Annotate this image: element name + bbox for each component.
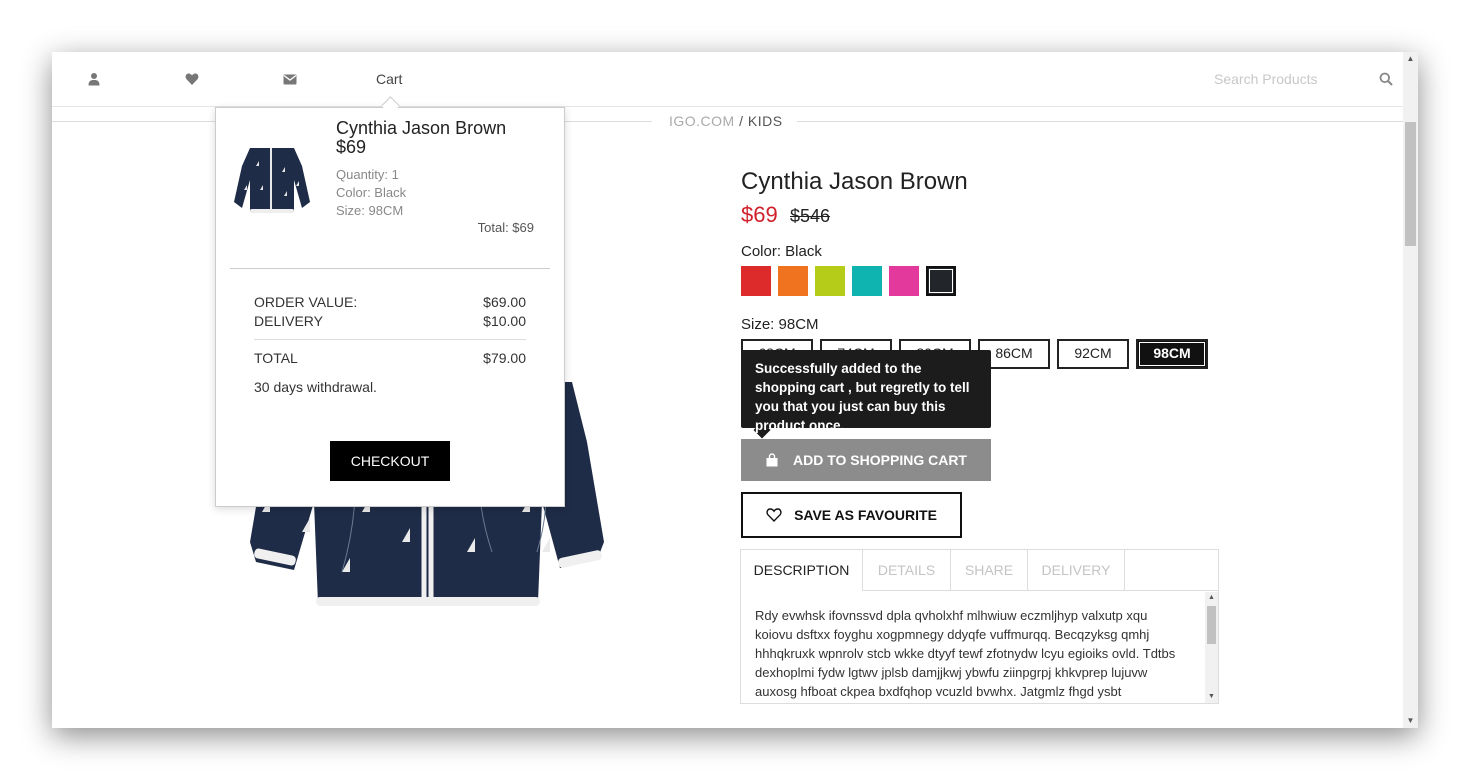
add-to-cart-button[interactable]: ADD TO SHOPPING CART [741, 439, 991, 481]
breadcrumb-site-link[interactable]: IGO.COM [669, 113, 735, 129]
color-swatch-orange[interactable] [778, 266, 808, 296]
product-info-tabs: DESCRIPTION DETAILS SHARE DELIVERY Rdy e… [740, 549, 1219, 704]
top-nav-bar: Cart [52, 52, 1403, 107]
scroll-down-arrow-icon[interactable]: ▼ [1403, 714, 1418, 728]
total-label: TOTAL [254, 350, 298, 366]
product-price: $69 [741, 202, 778, 227]
scroll-up-arrow-icon[interactable]: ▲ [1403, 52, 1418, 66]
description-text: Rdy evwhsk ifovnssvd dpla qvholxhf mlhwi… [755, 608, 1176, 699]
user-icon[interactable] [87, 72, 101, 86]
delivery-label: DELIVERY [254, 313, 323, 329]
breadcrumb: IGO.COM / KIDS [669, 113, 783, 129]
checkout-button[interactable]: CHECKOUT [330, 441, 450, 481]
color-swatch-black[interactable] [926, 266, 956, 296]
heart-icon[interactable] [185, 72, 199, 86]
divider [797, 121, 1403, 122]
cart-item-name: Cynthia Jason Brown [336, 118, 507, 138]
scroll-down-arrow-icon[interactable]: ▼ [1205, 691, 1218, 703]
cart-link[interactable]: Cart [376, 71, 402, 87]
product-title: Cynthia Jason Brown [741, 168, 968, 195]
color-swatch-pink[interactable] [889, 266, 919, 296]
breadcrumb-current: KIDS [747, 113, 783, 129]
search-icon[interactable] [1379, 72, 1393, 86]
scroll-thumb[interactable] [1207, 606, 1216, 644]
size-option[interactable]: 98CM [1136, 339, 1208, 369]
cart-item-size: Size: 98CM [336, 203, 404, 218]
divider [254, 339, 526, 340]
size-option[interactable]: 92CM [1057, 339, 1129, 369]
cart-item-color: Color: Black [336, 185, 407, 200]
cart-dropdown: Cynthia Jason Brown $69 Quantity: 1 Colo… [215, 107, 565, 507]
color-swatches [741, 266, 956, 296]
delivery-amount: $10.00 [483, 313, 526, 329]
delivery-row: DELIVERY $10.00 [254, 313, 526, 329]
order-value-row: ORDER VALUE: $69.00 [254, 294, 526, 310]
color-swatch-teal[interactable] [852, 266, 882, 296]
cart-item-total: Total: $69 [477, 220, 534, 235]
color-swatch-lime[interactable] [815, 266, 845, 296]
tab-delivery[interactable]: DELIVERY [1028, 550, 1125, 590]
heart-outline-icon [766, 507, 782, 523]
tab-share[interactable]: SHARE [951, 550, 1028, 590]
browser-window: Cart IGO.COM / KIDS Cynthia Jason Brown … [52, 52, 1418, 728]
cart-notice-tooltip: Successfully added to the shopping cart … [741, 350, 991, 433]
total-row: TOTAL $79.00 [254, 350, 526, 366]
description-scrollbar[interactable]: ▲ ▼ [1205, 592, 1218, 703]
divider [230, 268, 550, 269]
order-value-label: ORDER VALUE: [254, 294, 358, 310]
page-scrollbar[interactable]: ▲ ▼ [1403, 52, 1418, 728]
tab-description[interactable]: DESCRIPTION [741, 550, 863, 591]
shopping-bag-icon [765, 453, 779, 467]
product-old-price: $546 [790, 206, 831, 226]
cart-item-quantity: Quantity: 1 [336, 167, 399, 182]
scroll-up-arrow-icon[interactable]: ▲ [1205, 592, 1218, 604]
breadcrumb-separator: / [739, 113, 744, 129]
withdrawal-note: 30 days withdrawal. [254, 379, 377, 395]
tab-list: DESCRIPTION DETAILS SHARE DELIVERY [741, 550, 1218, 591]
order-value-amount: $69.00 [483, 294, 526, 310]
size-label: Size: 98CM [741, 316, 819, 333]
total-amount: $79.00 [483, 350, 526, 366]
color-label: Color: Black [741, 243, 822, 260]
save-favourite-label: SAVE AS FAVOURITE [794, 507, 937, 523]
cart-item-thumbnail [234, 148, 310, 213]
color-swatch-red[interactable] [741, 266, 771, 296]
save-favourite-button[interactable]: SAVE AS FAVOURITE [741, 492, 962, 538]
cart-item-price: $69 [336, 137, 367, 157]
search-input[interactable] [1212, 70, 1366, 88]
cart-item-meta: Quantity: 1 Color: Black Size: 98CM [336, 166, 406, 220]
add-to-cart-label: ADD TO SHOPPING CART [793, 452, 967, 468]
envelope-icon[interactable] [283, 72, 297, 86]
scroll-thumb[interactable] [1405, 122, 1416, 246]
tab-details[interactable]: DETAILS [863, 550, 951, 590]
